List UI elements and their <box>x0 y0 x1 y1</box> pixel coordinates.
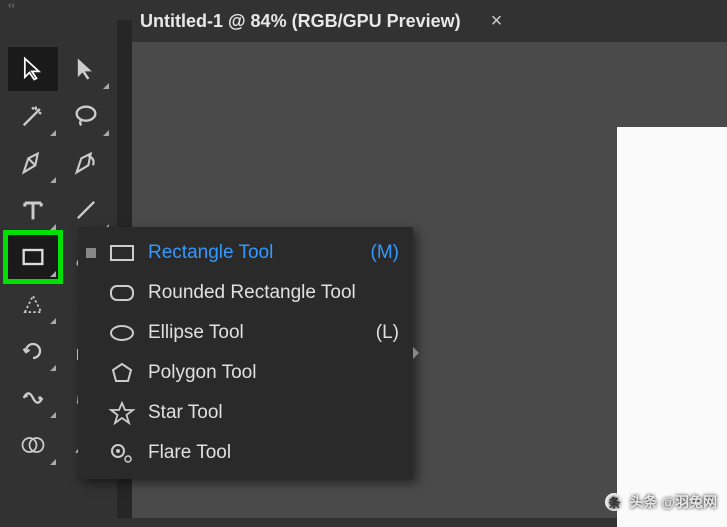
flyout-ellipse[interactable]: Ellipse Tool (L) <box>78 313 413 353</box>
watermark-text: 头条 @羽兔网 <box>629 492 717 512</box>
flyout-flare[interactable]: Flare Tool <box>78 433 413 473</box>
lasso-tool[interactable] <box>61 94 111 138</box>
type-tool[interactable] <box>8 188 58 232</box>
rotate-tool[interactable] <box>8 329 58 373</box>
star-icon <box>108 401 136 425</box>
curvature-tool[interactable] <box>61 141 111 185</box>
document-tab[interactable]: Untitled-1 @ 84% (RGB/GPU Preview) × <box>140 10 502 33</box>
flyout-shortcut: (L) <box>369 322 399 344</box>
flyout-label: Ellipse Tool <box>148 322 357 344</box>
flyout-rounded-rectangle[interactable]: Rounded Rectangle Tool <box>78 273 413 313</box>
flyout-label: Flare Tool <box>148 442 357 464</box>
magic-wand-tool[interactable] <box>8 94 58 138</box>
selection-tool[interactable] <box>8 47 58 91</box>
polygon-icon <box>108 361 136 385</box>
ellipse-icon <box>108 321 136 345</box>
active-indicator <box>86 248 96 258</box>
artboard[interactable] <box>617 127 727 527</box>
pen-tool[interactable] <box>8 141 58 185</box>
line-tool[interactable] <box>61 188 111 232</box>
rectangle-icon <box>108 241 136 265</box>
rectangle-tool[interactable] <box>8 235 58 279</box>
flyout-label: Rounded Rectangle Tool <box>148 282 357 304</box>
flyout-star[interactable]: Star Tool <box>78 393 413 433</box>
flyout-shortcut: (M) <box>369 242 399 264</box>
flare-icon <box>108 441 136 465</box>
shaper-tool[interactable] <box>8 282 58 326</box>
flyout-polygon[interactable]: Polygon Tool <box>78 353 413 393</box>
watermark-icon: 条 <box>605 493 623 511</box>
direct-selection-tool[interactable] <box>61 47 111 91</box>
flyout-label: Star Tool <box>148 402 357 424</box>
panel-collapse[interactable]: ‹‹ <box>0 0 12 12</box>
shape-builder-tool[interactable] <box>8 423 58 467</box>
tab-title: Untitled-1 @ 84% (RGB/GPU Preview) <box>140 11 461 32</box>
shape-tool-flyout: Rectangle Tool (M) Rounded Rectangle Too… <box>78 227 413 479</box>
rounded-rectangle-icon <box>108 281 136 305</box>
close-icon[interactable]: × <box>491 10 503 33</box>
width-tool[interactable] <box>8 376 58 420</box>
watermark: 条 头条 @羽兔网 <box>605 492 717 512</box>
flyout-label: Polygon Tool <box>148 362 357 384</box>
flyout-label: Rectangle Tool <box>148 242 357 264</box>
flyout-rectangle[interactable]: Rectangle Tool (M) <box>78 233 413 273</box>
